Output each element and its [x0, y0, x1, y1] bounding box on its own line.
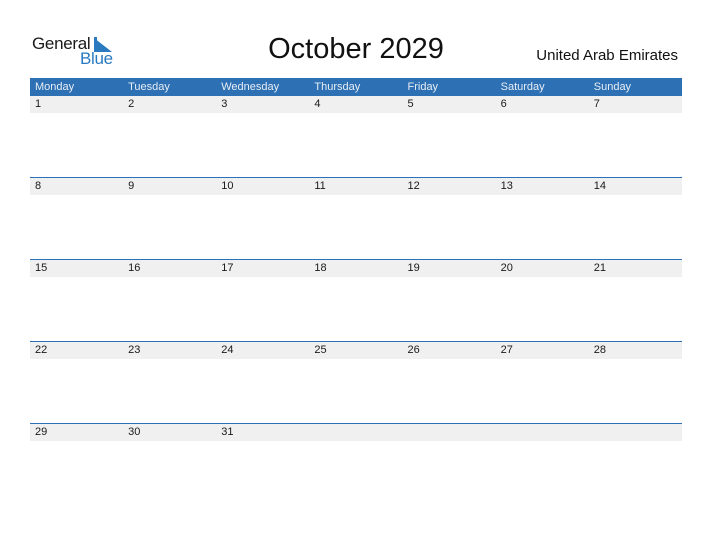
weekday-monday: Monday: [35, 81, 75, 93]
day-cell: 17: [221, 262, 234, 274]
day-cell: 31: [221, 426, 234, 438]
day-cell: 14: [593, 180, 606, 192]
calendar-grid: Monday Tuesday Wednesday Thursday Friday…: [30, 78, 682, 505]
week-row: 1 2 3 4 5 6 7: [30, 96, 682, 177]
day-cell: 15: [35, 262, 48, 274]
day-cell: 18: [314, 262, 327, 274]
day-cell: 13: [500, 180, 513, 192]
date-strip: 15 16 17 18 19 20 21: [30, 260, 682, 277]
day-cell: 25: [314, 344, 327, 356]
day-cell: 22: [35, 344, 48, 356]
day-cell: [589, 424, 682, 441]
day-cell: 9: [128, 180, 135, 192]
day-cell: 5: [407, 98, 414, 110]
day-cell: 4: [314, 98, 321, 110]
day-cell: 1: [35, 98, 42, 110]
day-cell: 29: [35, 426, 48, 438]
week-row: 8 9 10 11 12 13 14: [30, 177, 682, 259]
day-cell: 2: [128, 98, 135, 110]
day-cell: 30: [128, 426, 141, 438]
day-cell: 7: [593, 98, 600, 110]
day-cell: 3: [221, 98, 228, 110]
day-cell: 19: [407, 262, 420, 274]
day-cell: 8: [35, 180, 42, 192]
weekday-saturday: Saturday: [500, 81, 545, 93]
day-cell: 26: [407, 344, 420, 356]
day-cell: 20: [500, 262, 513, 274]
weekday-wednesday: Wednesday: [221, 81, 280, 93]
day-cell: [496, 424, 589, 441]
day-cell: [309, 424, 402, 441]
weekday-tuesday: Tuesday: [128, 81, 170, 93]
date-strip: 8 9 10 11 12 13 14: [30, 178, 682, 195]
date-strip: 29 30 31: [30, 424, 682, 441]
day-cell: [403, 424, 496, 441]
day-cell: 6: [500, 98, 507, 110]
weekday-friday: Friday: [407, 81, 439, 93]
date-strip: 1 2 3 4 5 6 7: [30, 96, 682, 113]
day-cell: 24: [221, 344, 234, 356]
day-cell: 12: [407, 180, 420, 192]
day-cell: 10: [221, 180, 234, 192]
date-strip: 22 23 24 25 26 27 28: [30, 342, 682, 359]
week-row: 15 16 17 18 19 20 21: [30, 259, 682, 341]
day-cell: 11: [314, 180, 326, 192]
day-cell: 28: [593, 344, 606, 356]
day-cell: 16: [128, 262, 141, 274]
day-cell: 27: [500, 344, 513, 356]
country-label: United Arab Emirates: [536, 47, 678, 64]
week-row: 29 30 31: [30, 423, 682, 505]
weekday-thursday: Thursday: [314, 81, 361, 93]
day-cell: 23: [128, 344, 141, 356]
week-row: 22 23 24 25 26 27 28: [30, 341, 682, 423]
weekday-sunday: Sunday: [593, 81, 632, 93]
day-cell: 21: [593, 262, 606, 274]
weekday-header: Monday Tuesday Wednesday Thursday Friday…: [30, 78, 682, 96]
